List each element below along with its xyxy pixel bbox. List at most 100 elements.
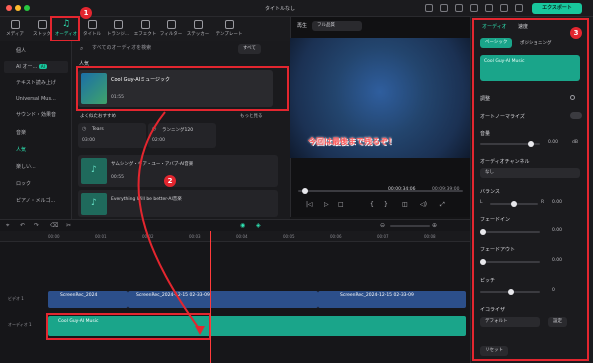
- track-title: ランニング120: [162, 128, 194, 133]
- ruler-tick: 00:07: [377, 234, 389, 239]
- sidebar-item-ai-audio[interactable]: AI オー... AI: [4, 61, 68, 73]
- settings-icon[interactable]: [485, 4, 493, 12]
- section-title-frequent: よく似たおすすめ: [80, 114, 116, 119]
- sidebar-item-piano[interactable]: ピアノ・メルゴ...: [4, 195, 68, 207]
- playhead[interactable]: [210, 231, 211, 363]
- clip-label: ScreenRec_2024: [60, 293, 98, 298]
- undo-icon[interactable]: ↶: [20, 222, 25, 229]
- sidebar-item-sound-effects[interactable]: サウンド・効果音: [4, 109, 68, 121]
- highlight-featured-track: [76, 66, 289, 111]
- media-icon: [10, 20, 20, 29]
- timeline-ruler: 00:00 00:01 00:02 00:03 00:04 00:05 00:0…: [0, 231, 470, 242]
- redo-icon[interactable]: ↷: [34, 222, 39, 229]
- tab-stickers[interactable]: ステッカー: [185, 19, 211, 39]
- list-item[interactable]: ♪ Everything Will be better-AI音楽: [78, 190, 278, 217]
- quality-dropdown[interactable]: フル品質: [312, 21, 362, 31]
- maximize-window-button[interactable]: [24, 5, 30, 11]
- tab-effects[interactable]: エフェクト: [132, 19, 158, 39]
- badge-3: 3: [570, 27, 582, 39]
- badge-1: 1: [80, 7, 92, 19]
- minimize-window-button[interactable]: [15, 5, 21, 11]
- highlight-inspector: [472, 18, 589, 361]
- play-icon[interactable]: ▷: [324, 201, 329, 208]
- audio-track-label: オーディオ 1: [8, 322, 32, 327]
- export-button[interactable]: エクスポート: [532, 3, 582, 14]
- playback-progress-knob[interactable]: [302, 188, 308, 194]
- cloud-icon[interactable]: [455, 4, 463, 12]
- gift-icon[interactable]: [440, 4, 448, 12]
- search-input[interactable]: すべてのオーディオを検索: [80, 43, 238, 54]
- filter-dropdown[interactable]: すべて: [238, 44, 262, 54]
- layout-icon[interactable]: [470, 4, 478, 12]
- sidebar-item-music[interactable]: 音楽: [4, 127, 68, 139]
- track-duration: 00:55: [111, 175, 124, 180]
- grid-icon[interactable]: [500, 4, 508, 12]
- sidebar-item-personal[interactable]: 個人: [4, 45, 68, 57]
- ruler-tick: 00:00: [48, 234, 60, 239]
- player-label: 再生: [297, 23, 308, 29]
- download-icon[interactable]: [515, 4, 523, 12]
- tab-media[interactable]: メディア: [2, 19, 28, 39]
- total-time: 00:09:39:00: [432, 187, 460, 192]
- transition-icon: [113, 20, 123, 29]
- mark-in-icon[interactable]: {: [370, 201, 374, 208]
- stock-icon: [37, 20, 47, 29]
- video-subtitle: 今回は最後まで残るぞ！: [308, 137, 396, 146]
- search-icon: ⌕: [80, 45, 84, 52]
- ruler-tick: 00:06: [330, 234, 342, 239]
- ai-badge: AI: [38, 64, 47, 69]
- stop-icon[interactable]: □: [338, 201, 344, 208]
- mark-out-icon[interactable]: }: [384, 201, 388, 208]
- track-title: Everything Will be better-AI音楽: [111, 197, 182, 202]
- sidebar-item-popular[interactable]: 人気: [4, 144, 68, 156]
- audio-category-sidebar: 個人 AI オー... AI テキスト読み上げ Universal Mus...…: [0, 41, 72, 219]
- volume-icon[interactable]: ◁): [420, 201, 427, 208]
- ai-tool-icon[interactable]: ◉: [240, 222, 245, 229]
- zoom-slider[interactable]: [390, 225, 430, 227]
- sidebar-item-tts[interactable]: テキスト読み上げ: [4, 77, 68, 89]
- prev-frame-icon[interactable]: |◁: [306, 201, 313, 208]
- ruler-tick: 00:08: [424, 234, 436, 239]
- sidebar-item-fun[interactable]: 楽しい...: [4, 161, 68, 173]
- tab-templates[interactable]: テンプレート: [213, 19, 245, 39]
- time-icon: ◷: [152, 126, 157, 132]
- track-card-running[interactable]: ◷ ランニング120 02:00: [148, 123, 216, 148]
- zoom-out-icon[interactable]: ⊖: [380, 222, 385, 229]
- close-window-button[interactable]: [6, 5, 12, 11]
- video-clip[interactable]: ScreenRec_2024: [48, 291, 128, 308]
- track-card-tears[interactable]: ◷ Tears 03:00: [78, 123, 146, 148]
- sidebar-item-universal-music[interactable]: Universal Mus...: [4, 93, 68, 105]
- ruler-tick: 00:01: [95, 234, 107, 239]
- zoom-in-icon[interactable]: ⊕: [432, 222, 437, 229]
- music-note-icon: ♪: [91, 165, 97, 175]
- track-title: Tears: [92, 127, 104, 132]
- sidebar-item-rock[interactable]: ロック: [4, 178, 68, 190]
- effect-icon: [140, 20, 150, 29]
- media-tabs: メディア ストック ♫ オーディオ タイトル トランジ... エフェクト フィルタ…: [0, 17, 290, 41]
- ruler-tick: 00:04: [236, 234, 248, 239]
- video-track-label: ビデオ 1: [8, 296, 24, 301]
- snapshot-icon[interactable]: ◫: [402, 201, 408, 208]
- track-title: サムシング・ギア・ユー・アバブ-AI音楽: [111, 162, 194, 167]
- time-icon: ◷: [82, 126, 87, 132]
- tab-titles[interactable]: タイトル: [79, 19, 105, 39]
- delete-icon[interactable]: ⌫: [50, 222, 58, 229]
- music-note-icon: ♪: [91, 198, 97, 208]
- video-clip[interactable]: ScreenRec_2024-12-15 02-33-09: [128, 291, 318, 308]
- more-link[interactable]: もっと見る: [240, 113, 263, 119]
- ruler-tick: 00:02: [142, 234, 154, 239]
- track-duration: 03:00: [82, 138, 95, 143]
- tab-filters[interactable]: フィルター: [158, 19, 184, 39]
- video-clip[interactable]: ScreenRec_2024-12-15 02-33-09: [318, 291, 466, 308]
- title-icon: [87, 20, 97, 29]
- list-item[interactable]: ♪ サムシング・ギア・ユー・アバブ-AI音楽 00:55: [78, 155, 278, 187]
- template-icon: [224, 20, 234, 29]
- select-tool-icon[interactable]: ⌖: [6, 222, 9, 230]
- fullscreen-icon[interactable]: ⤢: [440, 201, 445, 209]
- sticker-icon: [193, 20, 203, 29]
- tab-transitions[interactable]: トランジ...: [105, 19, 131, 39]
- shield-icon[interactable]: ◈: [256, 222, 261, 229]
- highlight-audio-clip: [46, 313, 211, 340]
- split-icon[interactable]: ✂: [66, 222, 71, 229]
- share-icon[interactable]: [425, 4, 433, 12]
